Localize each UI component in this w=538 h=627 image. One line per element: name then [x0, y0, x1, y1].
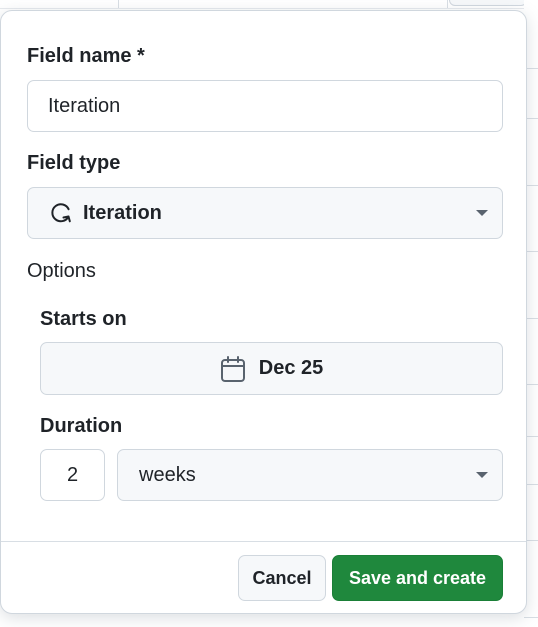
- field-name-input[interactable]: Iteration: [27, 80, 503, 132]
- field-type-value: Iteration: [83, 201, 162, 224]
- background-header: [0, 0, 538, 9]
- footer-divider: [1, 541, 526, 542]
- field-type-select[interactable]: Iteration: [27, 187, 503, 239]
- background-control: [449, 0, 527, 6]
- cancel-button[interactable]: Cancel: [238, 555, 326, 601]
- save-and-create-button[interactable]: Save and create: [332, 555, 503, 601]
- starts-on-label: Starts on: [40, 308, 127, 330]
- field-name-label: Field name *: [27, 45, 145, 67]
- field-type-label: Field type: [27, 152, 121, 174]
- options-label: Options: [27, 260, 96, 282]
- new-field-dialog: Field name * Iteration Field type Iterat…: [0, 10, 527, 614]
- duration-number-input[interactable]: 2: [40, 449, 105, 501]
- starts-on-date-picker[interactable]: Dec 25: [40, 342, 503, 395]
- chevron-down-icon: [476, 210, 488, 216]
- starts-on-value: Dec 25: [258, 357, 324, 379]
- duration-unit-value: weeks: [139, 463, 196, 486]
- chevron-down-icon: [476, 472, 488, 478]
- calendar-icon: [220, 355, 246, 383]
- field-name-value: Iteration: [48, 94, 121, 117]
- duration-unit-select[interactable]: weeks: [117, 449, 503, 501]
- iteration-icon: [48, 200, 74, 226]
- duration-label: Duration: [40, 415, 123, 437]
- duration-value: 2: [66, 463, 79, 486]
